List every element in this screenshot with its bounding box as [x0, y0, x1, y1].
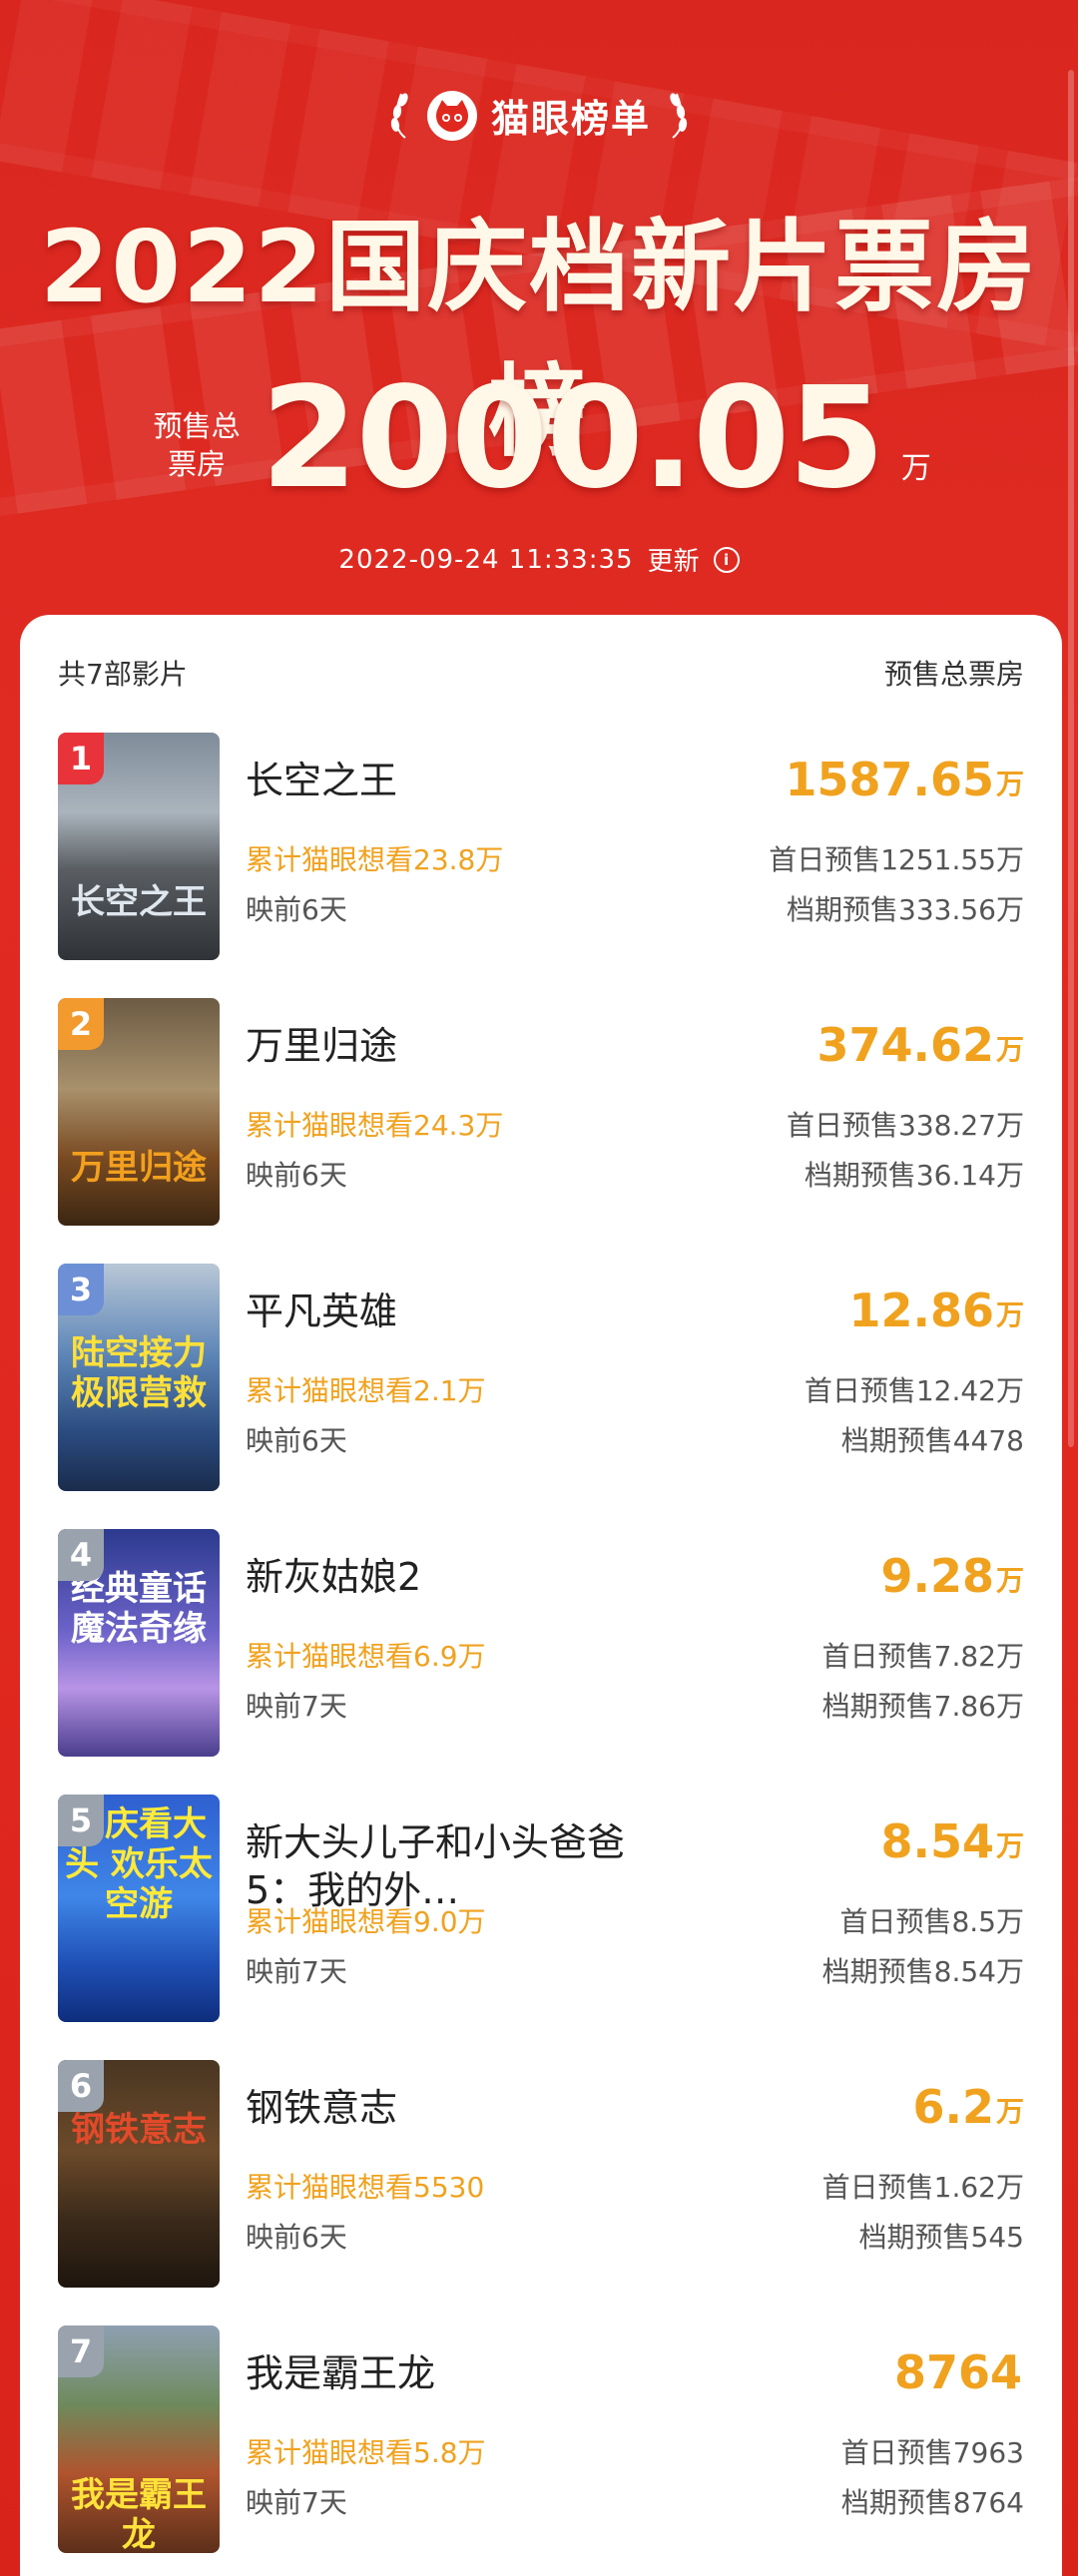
film-title[interactable]: 万里归途	[246, 1022, 665, 1070]
poster-title: 万里归途	[71, 1148, 207, 1188]
presale-total-unit: 万	[995, 1564, 1024, 1597]
release-countdown: 映前6天	[246, 1159, 347, 1192]
poster-title: 长空之王	[71, 882, 207, 922]
film-poster[interactable]: 钢铁意志 6	[58, 2060, 220, 2288]
period-presale: 档期预售4478	[840, 1424, 1024, 1457]
want-count: 累计猫眼想看9.0万	[246, 1905, 486, 1938]
period-presale: 档期预售7.86万	[821, 1690, 1024, 1723]
first-day-presale: 首日预售7.82万	[821, 1640, 1024, 1673]
release-countdown: 映前7天	[246, 2486, 347, 2519]
presale-total-value: 12.86	[848, 1284, 994, 1337]
film-row[interactable]: 经典童话 魔法奇缘 4 新灰姑娘2 累计猫眼想看6.9万 映前7天 9.28 万…	[58, 1529, 1024, 1759]
presale-total: 8764	[894, 2347, 1024, 2397]
rank-badge: 6	[58, 2060, 104, 2112]
release-countdown: 映前7天	[246, 1955, 347, 1988]
film-row[interactable]: 国庆看大头 欢乐太空游 5 新大头儿子和小头爸爸5：我的外… 累计猫眼想看9.0…	[58, 1795, 1024, 2024]
release-countdown: 映前6天	[246, 2221, 347, 2254]
rank-badge: 2	[58, 998, 104, 1050]
presale-total-value: 6.2	[912, 2080, 994, 2134]
list-header: 共7部影片 预售总票房	[58, 653, 1024, 693]
want-count: 累计猫眼想看6.9万	[246, 1640, 486, 1673]
film-poster[interactable]: 长空之王 1	[58, 733, 220, 960]
period-presale: 档期预售36.14万	[804, 1159, 1024, 1192]
period-presale: 档期预售333.56万	[787, 893, 1024, 926]
presale-total: 12.86 万	[848, 1286, 1024, 1335]
first-day-presale: 首日预售338.27万	[787, 1109, 1024, 1142]
presale-label: 预售总票房	[153, 409, 241, 481]
rank-badge: 3	[58, 1264, 104, 1315]
presale-total-unit: 万	[995, 2095, 1024, 2128]
laurel-right-icon	[670, 92, 688, 139]
first-day-presale: 首日预售8.5万	[839, 1905, 1024, 1938]
film-title[interactable]: 平凡英雄	[246, 1288, 665, 1335]
release-countdown: 映前7天	[246, 1690, 347, 1723]
update-time: 2022-09-24 11:33:35	[338, 544, 634, 575]
want-count: 累计猫眼想看5530	[246, 2171, 485, 2204]
period-presale: 档期预售8764	[840, 2486, 1024, 2519]
presale-total-unit: 万	[995, 1033, 1024, 1066]
presale-total-value: 8764	[893, 2345, 1022, 2399]
rank-badge: 4	[58, 1529, 104, 1581]
presale-total-value: 374.62	[816, 1018, 994, 1072]
film-title[interactable]: 长空之王	[246, 757, 665, 804]
release-countdown: 映前6天	[246, 1424, 347, 1457]
presale-total-value: 8.54	[880, 1814, 994, 1868]
presale-total-value: 1587.65	[785, 753, 994, 806]
want-count: 累计猫眼想看2.1万	[246, 1374, 486, 1407]
presale-summary: 预售总票房 2000.05 万	[0, 369, 1078, 509]
film-row[interactable]: 陆空接力 极限营救 3 平凡英雄 累计猫眼想看2.1万 映前6天 12.86 万…	[58, 1264, 1024, 1493]
poster-title: 钢铁意志	[71, 2110, 207, 2150]
first-day-presale: 首日预售12.42万	[804, 1374, 1024, 1407]
laurel-left-icon	[390, 92, 408, 139]
maoyan-logo-icon	[426, 90, 477, 141]
film-title[interactable]: 新灰姑娘2	[246, 1553, 665, 1601]
rank-badge: 7	[58, 2325, 104, 2377]
want-count: 累计猫眼想看5.8万	[246, 2436, 486, 2469]
film-poster[interactable]: 我是霸王龙 7	[58, 2325, 220, 2553]
period-presale: 档期预售8.54万	[821, 1955, 1024, 1988]
want-count: 累计猫眼想看23.8万	[246, 843, 504, 876]
presale-total-unit: 万	[995, 1298, 1024, 1331]
film-count: 共7部影片	[58, 658, 188, 691]
ranking-card: 共7部影片 预售总票房 长空之王 1 长空之王 累计猫眼想看23.8万 映前6天…	[20, 615, 1062, 2576]
film-row[interactable]: 我是霸王龙 7 我是霸王龙 累计猫眼想看5.8万 映前7天 8764 首日预售7…	[58, 2325, 1024, 2555]
poster-title: 陆空接力 极限营救	[71, 1333, 207, 1413]
film-poster[interactable]: 国庆看大头 欢乐太空游 5	[58, 1795, 220, 2022]
poster-title: 经典童话 魔法奇缘	[71, 1569, 207, 1649]
presale-total: 8.54 万	[880, 1816, 1024, 1866]
presale-total: 374.62 万	[816, 1020, 1024, 1070]
info-icon[interactable]: i	[713, 546, 740, 573]
release-countdown: 映前6天	[246, 893, 347, 926]
presale-total: 9.28 万	[880, 1551, 1024, 1601]
want-count: 累计猫眼想看24.3万	[246, 1109, 504, 1142]
rank-badge: 1	[58, 733, 104, 784]
brand-name: 猫眼榜单	[490, 97, 651, 141]
film-row[interactable]: 万里归途 2 万里归途 累计猫眼想看24.3万 映前6天 374.62 万 首日…	[58, 998, 1024, 1228]
film-poster[interactable]: 万里归途 2	[58, 998, 220, 1226]
film-row[interactable]: 长空之王 1 长空之王 累计猫眼想看23.8万 映前6天 1587.65 万 首…	[58, 733, 1024, 962]
presale-total: 1587.65 万	[785, 755, 1024, 804]
presale-total-unit: 万	[995, 1829, 1024, 1862]
film-title[interactable]: 我是霸王龙	[246, 2349, 665, 2397]
presale-unit: 万	[900, 451, 931, 486]
presale-total: 6.2 万	[912, 2082, 1024, 2132]
presale-amount: 2000.05	[261, 357, 885, 520]
presale-total-unit: 万	[995, 768, 1024, 800]
first-day-presale: 首日预售1.62万	[821, 2171, 1024, 2204]
brand-header: 猫眼榜单	[0, 88, 1078, 143]
period-presale: 档期预售545	[858, 2221, 1024, 2254]
presale-total-value: 9.28	[880, 1549, 994, 1603]
column-title: 预售总票房	[883, 658, 1024, 691]
film-poster[interactable]: 陆空接力 极限营救 3	[58, 1264, 220, 1491]
rank-badge: 5	[58, 1795, 104, 1846]
update-info[interactable]: 2022-09-24 11:33:35 更新 i	[0, 541, 1078, 578]
poster-title: 我是霸王龙	[71, 2475, 207, 2553]
film-title[interactable]: 钢铁意志	[246, 2084, 665, 2132]
first-day-presale: 首日预售1251.55万	[769, 843, 1024, 876]
first-day-presale: 首日预售7963	[840, 2436, 1024, 2469]
film-poster[interactable]: 经典童话 魔法奇缘 4	[58, 1529, 220, 1757]
film-row[interactable]: 钢铁意志 6 钢铁意志 累计猫眼想看5530 映前6天 6.2 万 首日预售1.…	[58, 2060, 1024, 2290]
update-label: 更新	[647, 547, 700, 577]
